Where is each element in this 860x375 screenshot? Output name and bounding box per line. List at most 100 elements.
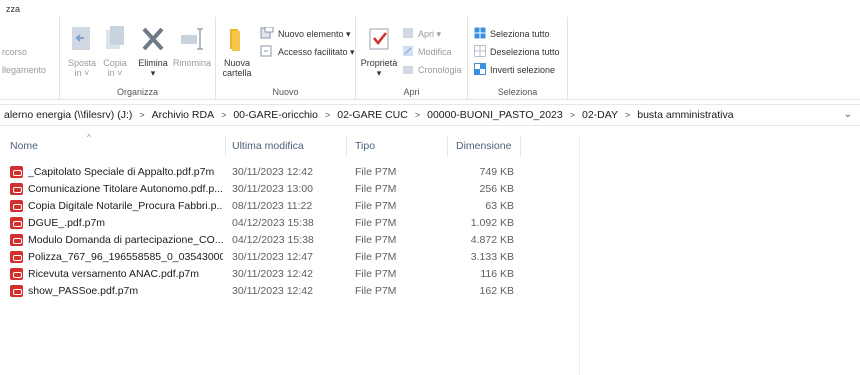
- file-modified: 30/11/2023 13:00: [232, 183, 313, 195]
- chevron-right-icon[interactable]: >: [625, 110, 630, 120]
- chevron-right-icon[interactable]: >: [570, 110, 575, 120]
- paste-shortcut-label: llegamento: [2, 65, 47, 75]
- file-size: 1.092 KB: [470, 217, 514, 229]
- file-type: File P7M: [355, 285, 397, 297]
- p7m-file-icon: [10, 183, 23, 195]
- easy-access-button[interactable]: Accesso facilitato ▾: [260, 45, 355, 59]
- file-name: Comunicazione Titolare Autonomo.pdf.p...: [28, 183, 223, 195]
- p7m-file-icon: [10, 166, 23, 178]
- breadcrumb-drive[interactable]: alerno energia (\\filesrv) (J:): [4, 109, 132, 121]
- copy-to-button[interactable]: Copia in ˅: [100, 25, 130, 78]
- edit-label: Modifica: [418, 47, 452, 57]
- group-label-organizza: Organizza: [116, 87, 159, 97]
- group-label-seleziona: Seleziona: [497, 87, 538, 97]
- ribbon-tab-partial[interactable]: zza: [6, 4, 20, 14]
- paste-shortcut-button[interactable]: llegamento: [2, 65, 46, 75]
- column-header-row: ^ Nome Ultima modifica Tipo Dimensione: [0, 133, 580, 156]
- file-name: DGUE_.pdf.p7m: [28, 217, 106, 229]
- file-list: ^ Nome Ultima modifica Tipo Dimensione _…: [0, 133, 580, 375]
- file-modified: 04/12/2023 15:38: [232, 217, 314, 229]
- copy-to-label: Copia: [103, 58, 127, 68]
- chevron-right-icon[interactable]: >: [139, 110, 144, 120]
- file-row[interactable]: Comunicazione Titolare Autonomo.pdf.p...…: [0, 181, 580, 198]
- column-divider[interactable]: [520, 136, 521, 156]
- column-divider[interactable]: [225, 136, 226, 156]
- copy-path-label: rcorso: [2, 47, 28, 57]
- file-type: File P7M: [355, 166, 397, 178]
- history-icon: [402, 63, 414, 77]
- sort-caret-icon: ^: [87, 133, 91, 142]
- column-header-type[interactable]: Tipo: [355, 140, 375, 152]
- ribbon: rcorso llegamento Sposta in ˅ Copia in ˅…: [0, 17, 860, 100]
- group-label-nuovo: Nuovo: [272, 87, 299, 97]
- file-modified: 30/11/2023 12:42: [232, 268, 313, 280]
- breadcrumb-buoni-pasto[interactable]: 00000-BUONI_PASTO_2023: [427, 109, 563, 121]
- file-size: 256 KB: [479, 183, 514, 195]
- chevron-right-icon[interactable]: >: [415, 110, 420, 120]
- new-folder-button[interactable]: Nuova cartella: [220, 25, 254, 78]
- column-divider[interactable]: [346, 136, 347, 156]
- invert-selection-button[interactable]: Inverti selezione: [474, 63, 555, 77]
- breadcrumb-gare-oricchio[interactable]: 00-GARE-oricchio: [233, 109, 318, 121]
- history-button[interactable]: Cronologia: [402, 63, 462, 77]
- rename-button[interactable]: Rinomina: [172, 25, 212, 68]
- select-all-button[interactable]: Seleziona tutto: [474, 27, 550, 41]
- breadcrumb-gare-cuc[interactable]: 02-GARE CUC: [337, 109, 408, 121]
- column-divider[interactable]: [447, 136, 448, 156]
- file-row[interactable]: Ricevuta versamento ANAC.pdf.p7m 30/11/2…: [0, 266, 580, 283]
- edit-button[interactable]: Modifica: [402, 45, 452, 59]
- address-bar[interactable]: alerno energia (\\filesrv) (J:) > Archivio…: [0, 104, 860, 126]
- move-to-label: Sposta: [67, 58, 97, 68]
- file-name: Modulo Domanda di partecipazione_CO...: [28, 234, 223, 246]
- new-folder-label: Nuova: [223, 58, 250, 68]
- chevron-right-icon[interactable]: >: [221, 110, 226, 120]
- group-label-apri: Apri: [403, 87, 420, 97]
- file-row[interactable]: _Capitolato Speciale di Appalto.pdf.p7m …: [0, 164, 580, 181]
- file-row[interactable]: Copia Digitale Notarile_Procura Fabbri.p…: [0, 198, 580, 215]
- column-header-modified[interactable]: Ultima modifica: [232, 140, 304, 152]
- file-size: 63 KB: [485, 200, 514, 212]
- file-row[interactable]: DGUE_.pdf.p7m 04/12/2023 15:38 File P7M …: [0, 215, 580, 232]
- chevron-right-icon[interactable]: >: [325, 110, 330, 120]
- delete-label: Elimina: [138, 58, 168, 68]
- p7m-file-icon: [10, 285, 23, 297]
- ribbon-group-apri: Proprietà ▾ Apri ▾ Modifica Cronologia A…: [356, 17, 468, 100]
- ribbon-group-clipboard: rcorso llegamento: [0, 17, 60, 100]
- new-item-label: Nuovo elemento ▾: [278, 28, 351, 39]
- open-button[interactable]: Apri ▾: [402, 27, 441, 41]
- properties-button[interactable]: Proprietà ▾: [358, 25, 400, 78]
- file-type: File P7M: [355, 217, 397, 229]
- address-history-chevron-down-icon[interactable]: ⌄: [844, 109, 852, 120]
- move-to-button[interactable]: Sposta in ˅: [64, 25, 100, 78]
- breadcrumb-busta-amministrativa[interactable]: busta amministrativa: [637, 109, 733, 121]
- deselect-all-button[interactable]: Deseleziona tutto: [474, 45, 560, 59]
- file-row[interactable]: Polizza_767_96_196558585_0_035430003... …: [0, 249, 580, 266]
- ribbon-group-seleziona: Seleziona tutto Deseleziona tutto Invert…: [468, 17, 568, 100]
- easy-access-icon: [260, 45, 274, 59]
- p7m-file-icon: [10, 251, 23, 263]
- rename-icon: [172, 25, 212, 55]
- copy-path-button[interactable]: rcorso: [2, 47, 27, 57]
- delete-button[interactable]: Elimina ▾: [135, 25, 171, 78]
- properties-icon: [358, 25, 400, 55]
- file-type: File P7M: [355, 251, 397, 263]
- properties-label: Proprietà: [360, 58, 398, 68]
- file-size: 749 KB: [479, 166, 514, 178]
- delete-dropdown-chevron: ▾: [150, 68, 156, 78]
- new-item-icon: [260, 26, 274, 41]
- invert-selection-icon: [474, 63, 486, 77]
- new-item-button[interactable]: Nuovo elemento ▾: [260, 26, 351, 41]
- file-type: File P7M: [355, 234, 397, 246]
- file-size: 116 KB: [480, 268, 514, 280]
- file-size: 3.133 KB: [470, 251, 514, 263]
- file-row[interactable]: Modulo Domanda di partecipazione_CO... 0…: [0, 232, 580, 249]
- breadcrumb-archivio-rda[interactable]: Archivio RDA: [152, 109, 214, 121]
- column-header-name[interactable]: Nome: [10, 140, 38, 152]
- file-row[interactable]: show_PASSoe.pdf.p7m 30/11/2023 12:42 Fil…: [0, 283, 580, 300]
- breadcrumb-day[interactable]: 02-DAY: [582, 109, 618, 121]
- column-header-size[interactable]: Dimensione: [456, 140, 511, 152]
- history-label: Cronologia: [418, 65, 462, 75]
- invert-selection-label: Inverti selezione: [490, 65, 556, 75]
- move-to-icon: [64, 25, 100, 55]
- p7m-file-icon: [10, 200, 23, 212]
